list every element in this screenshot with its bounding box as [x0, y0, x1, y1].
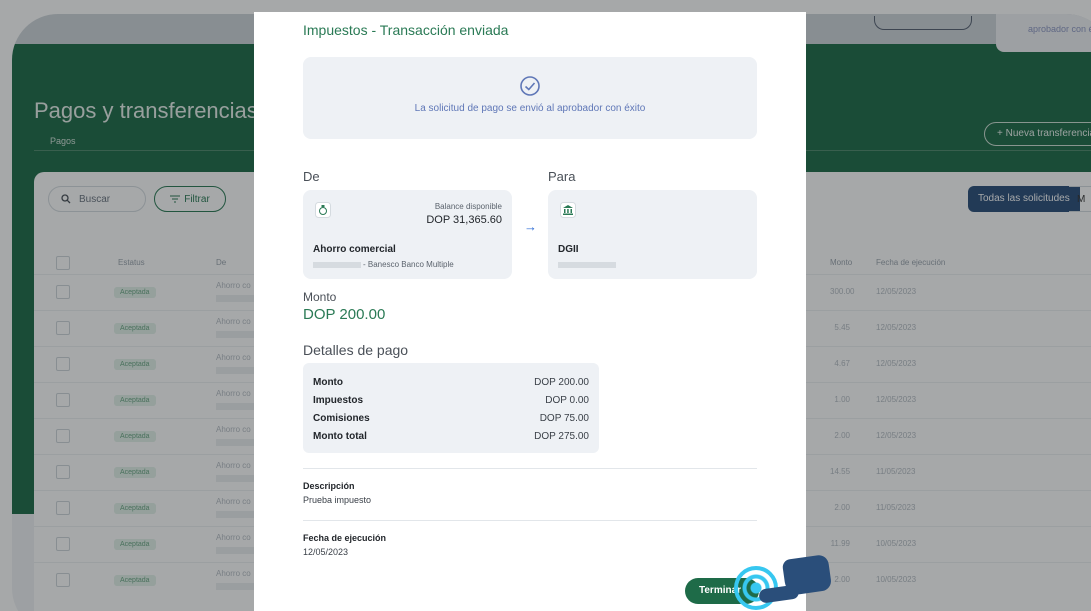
bank-building-icon — [560, 202, 576, 218]
balance-label: Balance disponible — [434, 202, 502, 211]
detail-row: Monto total DOP 275.00 — [313, 431, 589, 442]
payment-details: Monto DOP 200.00 Impuestos DOP 0.00 Comisi… — [303, 363, 599, 453]
date-value: 12/05/2023 — [303, 547, 349, 557]
success-message: La solicitud de pago se envió al aprobad… — [414, 103, 646, 114]
piggy-bank-icon — [315, 202, 331, 218]
divider — [303, 520, 757, 521]
arrow-right-icon: → — [524, 219, 537, 234]
to-account-card: DGII — [548, 190, 757, 279]
masked-account-number — [313, 261, 361, 268]
from-account-bank: - Banesco Banco Multiple — [313, 260, 454, 269]
detail-row: Comisiones DOP 75.00 — [313, 413, 589, 424]
transaction-modal: Impuestos - Transacción enviada La solic… — [254, 12, 833, 611]
check-circle-icon — [520, 76, 540, 96]
balance-value: DOP 31,365.60 — [426, 214, 502, 226]
from-label: De — [303, 169, 320, 184]
from-account-card: Balance disponible DOP 31,365.60 Ahorro … — [303, 190, 512, 279]
bank-name: - Banesco Banco Multiple — [363, 260, 454, 269]
description-value: Prueba impuesto — [303, 495, 372, 505]
modal-title: Impuestos - Transacción enviada — [303, 22, 509, 38]
detail-row: Impuestos DOP 0.00 — [313, 395, 589, 406]
to-account-name: DGII — [558, 244, 579, 255]
description-label: Descripción — [303, 481, 355, 491]
amount-label: Monto — [303, 290, 337, 304]
to-label: Para — [548, 169, 576, 184]
success-banner: La solicitud de pago se envió al aprobad… — [303, 57, 757, 139]
screen: Pagos y transferencias Pagos + Nueva tra… — [0, 0, 1091, 611]
detail-row: Monto DOP 200.00 — [313, 377, 589, 388]
from-account-name: Ahorro comercial — [313, 244, 396, 255]
date-label: Fecha de ejecución — [303, 533, 387, 543]
masked-to-account — [558, 262, 616, 268]
amount-value: DOP 200.00 — [303, 306, 386, 323]
details-label: Detalles de pago — [303, 342, 409, 358]
divider — [303, 468, 757, 469]
